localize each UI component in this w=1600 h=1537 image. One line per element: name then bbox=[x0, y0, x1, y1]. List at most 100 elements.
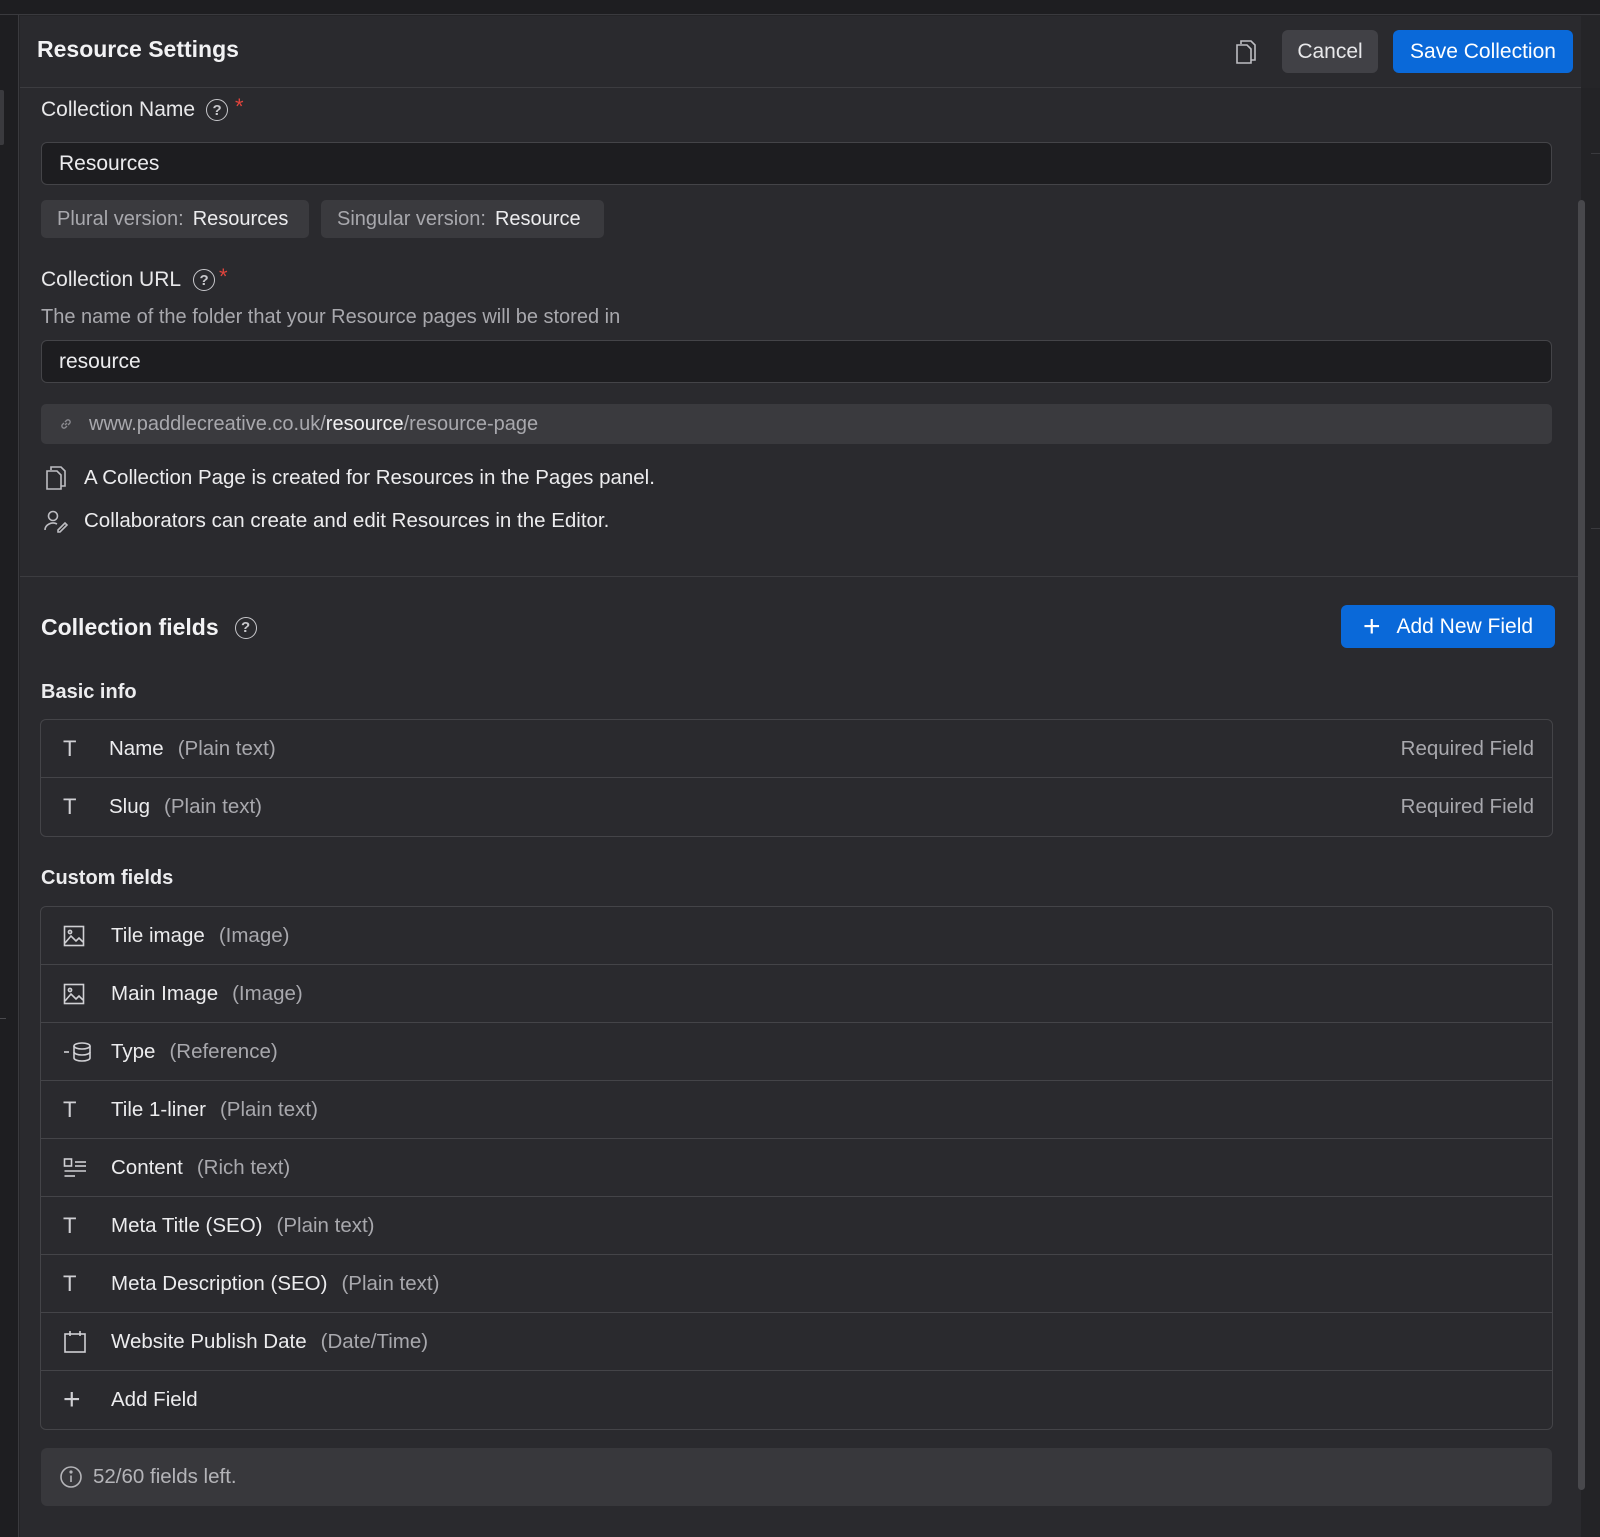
field-type: (Plain text) bbox=[164, 795, 263, 818]
basic-fields-list: T Name (Plain text) Required Field T Slu… bbox=[40, 719, 1553, 837]
left-panel-tab[interactable] bbox=[0, 90, 4, 145]
add-new-field-label: Add New Field bbox=[1396, 614, 1534, 638]
field-name: Slug bbox=[109, 795, 151, 818]
user-edit-icon bbox=[42, 507, 70, 535]
info-icon bbox=[59, 1465, 83, 1489]
plural-version-value: Resources bbox=[192, 207, 289, 230]
field-row[interactable]: Content (Rich text) bbox=[41, 1139, 1552, 1197]
field-name: Meta Title (SEO) bbox=[111, 1213, 263, 1237]
field-row[interactable]: T Slug (Plain text) Required Field bbox=[41, 778, 1552, 836]
add-field-row[interactable]: + Add Field bbox=[41, 1371, 1552, 1429]
field-type: (Image) bbox=[232, 981, 303, 1005]
left-frame-strip bbox=[0, 15, 19, 1537]
reference-icon bbox=[41, 1041, 111, 1063]
required-asterisk: * bbox=[235, 94, 244, 119]
singular-version-chip[interactable]: Singular version: Resource bbox=[321, 200, 604, 238]
text-icon: T bbox=[63, 1212, 77, 1238]
text-icon: T bbox=[63, 735, 77, 761]
image-icon bbox=[41, 925, 111, 947]
field-type: (Image) bbox=[218, 923, 290, 947]
add-new-field-button[interactable]: + Add New Field bbox=[1341, 605, 1555, 648]
collection-name-input[interactable]: Resources bbox=[41, 142, 1552, 185]
panel-title: Resource Settings bbox=[37, 36, 239, 62]
text-icon: T bbox=[63, 1270, 77, 1296]
collection-fields-title-row: Collection fields ? bbox=[41, 614, 257, 641]
field-type: (Reference) bbox=[169, 1039, 278, 1063]
editor-note: Collaborators can create and edit Resour… bbox=[42, 507, 609, 535]
section-divider bbox=[20, 576, 1581, 577]
field-type: (Plain text) bbox=[177, 736, 276, 760]
collection-name-label: Collection Name bbox=[41, 98, 196, 121]
collection-page-note: A Collection Page is created for Resourc… bbox=[42, 464, 655, 492]
panel-header: Resource Settings Cancel Save Collection bbox=[20, 16, 1581, 88]
field-row[interactable]: T Meta Description (SEO) (Plain text) bbox=[41, 1255, 1552, 1313]
copy-icon bbox=[1236, 40, 1256, 64]
required-asterisk: * bbox=[219, 264, 228, 289]
text-icon: T bbox=[63, 794, 77, 819]
add-field-label: Add Field bbox=[111, 1388, 198, 1411]
url-preview-folder: resource bbox=[325, 412, 404, 435]
field-name: Tile image bbox=[111, 923, 205, 947]
field-row[interactable]: Tile image (Image) bbox=[41, 907, 1552, 965]
right-frame-mark bbox=[1591, 153, 1600, 154]
field-row[interactable]: Main Image (Image) bbox=[41, 965, 1552, 1023]
plural-version-chip[interactable]: Plural version: Resources bbox=[41, 200, 309, 238]
resource-settings-panel: Resource Settings Cancel Save Collection… bbox=[20, 16, 1581, 1537]
field-name: Main Image bbox=[111, 981, 219, 1005]
pages-icon bbox=[42, 464, 70, 492]
top-frame-strip bbox=[0, 0, 1600, 15]
field-row[interactable]: T Tile 1-liner (Plain text) bbox=[41, 1081, 1552, 1139]
collection-url-label-row: Collection URL ? bbox=[41, 268, 216, 292]
cancel-button[interactable]: Cancel bbox=[1282, 30, 1378, 73]
text-icon: T bbox=[63, 1096, 77, 1122]
duplicate-collection-button[interactable] bbox=[1232, 37, 1260, 67]
field-name: Meta Description (SEO) bbox=[111, 1271, 328, 1295]
url-preview-domain: www.paddlecreative.co.uk bbox=[89, 412, 321, 435]
url-preview-page: resource-page bbox=[409, 412, 539, 435]
collection-fields-title: Collection fields bbox=[41, 614, 219, 640]
calendar-icon bbox=[41, 1330, 111, 1354]
required-field-tag: Required Field bbox=[1400, 736, 1534, 760]
help-icon[interactable]: ? bbox=[193, 269, 216, 291]
custom-fields-title: Custom fields bbox=[41, 867, 174, 889]
plus-icon: + bbox=[1362, 609, 1381, 643]
collection-url-label: Collection URL bbox=[41, 268, 182, 291]
field-type: (Plain text) bbox=[276, 1213, 375, 1237]
singular-version-key: Singular version: bbox=[337, 207, 486, 230]
editor-note-text: Collaborators can create and edit Resour… bbox=[84, 509, 610, 532]
field-name: Website Publish Date bbox=[111, 1329, 307, 1353]
collection-url-description: The name of the folder that your Resourc… bbox=[41, 306, 621, 328]
field-type: (Rich text) bbox=[196, 1155, 291, 1179]
link-icon bbox=[59, 417, 73, 431]
help-icon[interactable]: ? bbox=[206, 99, 229, 121]
rich-text-icon bbox=[41, 1157, 111, 1179]
custom-fields-list: Tile image (Image) Main Image (Image) Ty… bbox=[40, 906, 1553, 1430]
url-preview: www.paddlecreative.co.uk / resource / resour… bbox=[41, 404, 1552, 444]
collection-name-label-row: Collection Name ? bbox=[41, 98, 229, 122]
field-name: Content bbox=[111, 1155, 183, 1179]
image-icon bbox=[41, 983, 111, 1005]
field-name: Tile 1-liner bbox=[111, 1097, 206, 1121]
basic-info-title: Basic info bbox=[41, 681, 137, 703]
field-row[interactable]: T Name (Plain text) Required Field bbox=[41, 720, 1552, 778]
field-row[interactable]: Type (Reference) bbox=[41, 1023, 1552, 1081]
collection-url-input[interactable]: resource bbox=[41, 340, 1552, 383]
field-row[interactable]: Website Publish Date (Date/Time) bbox=[41, 1313, 1552, 1371]
field-row[interactable]: T Meta Title (SEO) (Plain text) bbox=[41, 1197, 1552, 1255]
plural-version-key: Plural version: bbox=[57, 207, 184, 230]
field-name: Type bbox=[111, 1039, 156, 1063]
fields-left-text: 52/60 fields left. bbox=[93, 1465, 237, 1488]
fields-left-note: 52/60 fields left. bbox=[41, 1448, 1552, 1506]
scrollbar[interactable] bbox=[1578, 200, 1585, 1490]
right-frame-mark bbox=[1591, 528, 1600, 529]
field-type: (Date/Time) bbox=[320, 1329, 429, 1353]
field-name: Name bbox=[109, 736, 164, 760]
plus-icon: + bbox=[63, 1383, 81, 1416]
save-collection-button[interactable]: Save Collection bbox=[1393, 30, 1573, 73]
required-field-tag: Required Field bbox=[1400, 795, 1534, 818]
help-icon[interactable]: ? bbox=[234, 616, 257, 639]
singular-version-value: Resource bbox=[494, 207, 581, 230]
left-panel-tick bbox=[0, 1018, 6, 1019]
field-type: (Plain text) bbox=[219, 1097, 318, 1121]
collection-page-note-text: A Collection Page is created for Resourc… bbox=[84, 466, 655, 489]
